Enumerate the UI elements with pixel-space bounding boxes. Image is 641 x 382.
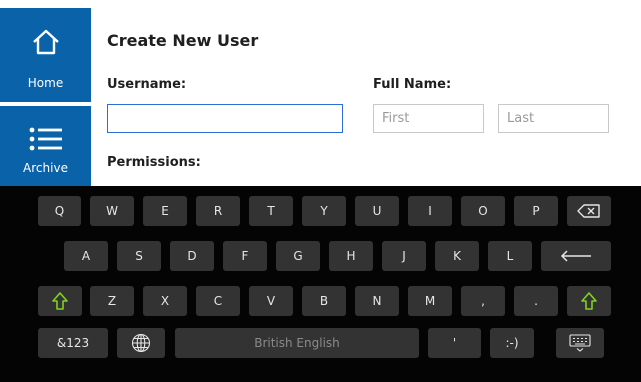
- permissions-label: Permissions:: [107, 155, 201, 170]
- key-q[interactable]: Q: [38, 196, 81, 226]
- key-g[interactable]: G: [276, 241, 320, 271]
- space-bar[interactable]: British English: [175, 328, 419, 358]
- shift-right-key[interactable]: [567, 286, 611, 316]
- key-v[interactable]: V: [249, 286, 293, 316]
- key-s[interactable]: S: [117, 241, 161, 271]
- key-o[interactable]: O: [461, 196, 505, 226]
- key-c[interactable]: C: [196, 286, 240, 316]
- sidebar-item-archive[interactable]: Archive: [0, 106, 91, 186]
- keyboard-hide-icon: [569, 334, 591, 352]
- symbols-key[interactable]: &123: [38, 328, 108, 358]
- key-j[interactable]: J: [382, 241, 426, 271]
- key-y[interactable]: Y: [302, 196, 346, 226]
- full-name-label: Full Name:: [373, 77, 452, 92]
- key-i[interactable]: I: [408, 196, 452, 226]
- key-d[interactable]: D: [170, 241, 214, 271]
- list-icon: [0, 126, 91, 152]
- key-l[interactable]: L: [488, 241, 532, 271]
- sidebar: Home Archive: [0, 0, 91, 186]
- shift-icon: [52, 292, 68, 310]
- enter-key[interactable]: [541, 241, 611, 271]
- key-period[interactable]: .: [514, 286, 558, 316]
- shift-left-key[interactable]: [38, 286, 82, 316]
- backspace-icon: [577, 204, 601, 218]
- username-label: Username:: [107, 77, 187, 92]
- key-comma[interactable]: ,: [461, 286, 505, 316]
- key-u[interactable]: U: [355, 196, 399, 226]
- create-user-form: Create New User Username: Full Name: Per…: [91, 0, 641, 186]
- last-name-input[interactable]: [498, 104, 609, 133]
- home-icon: [0, 28, 91, 56]
- language-key[interactable]: [117, 328, 165, 358]
- key-r[interactable]: R: [196, 196, 240, 226]
- first-name-input[interactable]: [373, 104, 484, 133]
- globe-icon: [131, 333, 151, 353]
- enter-icon: [560, 250, 592, 262]
- key-z[interactable]: Z: [90, 286, 134, 316]
- key-b[interactable]: B: [302, 286, 346, 316]
- key-p[interactable]: P: [514, 196, 558, 226]
- key-n[interactable]: N: [355, 286, 399, 316]
- sidebar-item-label: Archive: [23, 161, 68, 175]
- sidebar-item-home[interactable]: Home: [0, 8, 91, 102]
- key-e[interactable]: E: [143, 196, 187, 226]
- username-input[interactable]: [107, 104, 343, 133]
- key-apostrophe[interactable]: ': [428, 328, 481, 358]
- smiley-key[interactable]: :-): [490, 328, 534, 358]
- sidebar-item-label: Home: [27, 76, 64, 90]
- page-title: Create New User: [107, 31, 259, 50]
- key-a[interactable]: A: [64, 241, 108, 271]
- key-w[interactable]: W: [90, 196, 134, 226]
- key-k[interactable]: K: [435, 241, 479, 271]
- key-m[interactable]: M: [408, 286, 452, 316]
- key-f[interactable]: F: [223, 241, 267, 271]
- hide-keyboard-key[interactable]: [556, 328, 604, 358]
- key-h[interactable]: H: [329, 241, 373, 271]
- backspace-key[interactable]: [567, 196, 611, 226]
- key-x[interactable]: X: [143, 286, 187, 316]
- key-t[interactable]: T: [249, 196, 293, 226]
- on-screen-keyboard: Q W E R T Y U I O P A S D F G H J K L Z …: [0, 186, 641, 382]
- shift-icon: [581, 292, 597, 310]
